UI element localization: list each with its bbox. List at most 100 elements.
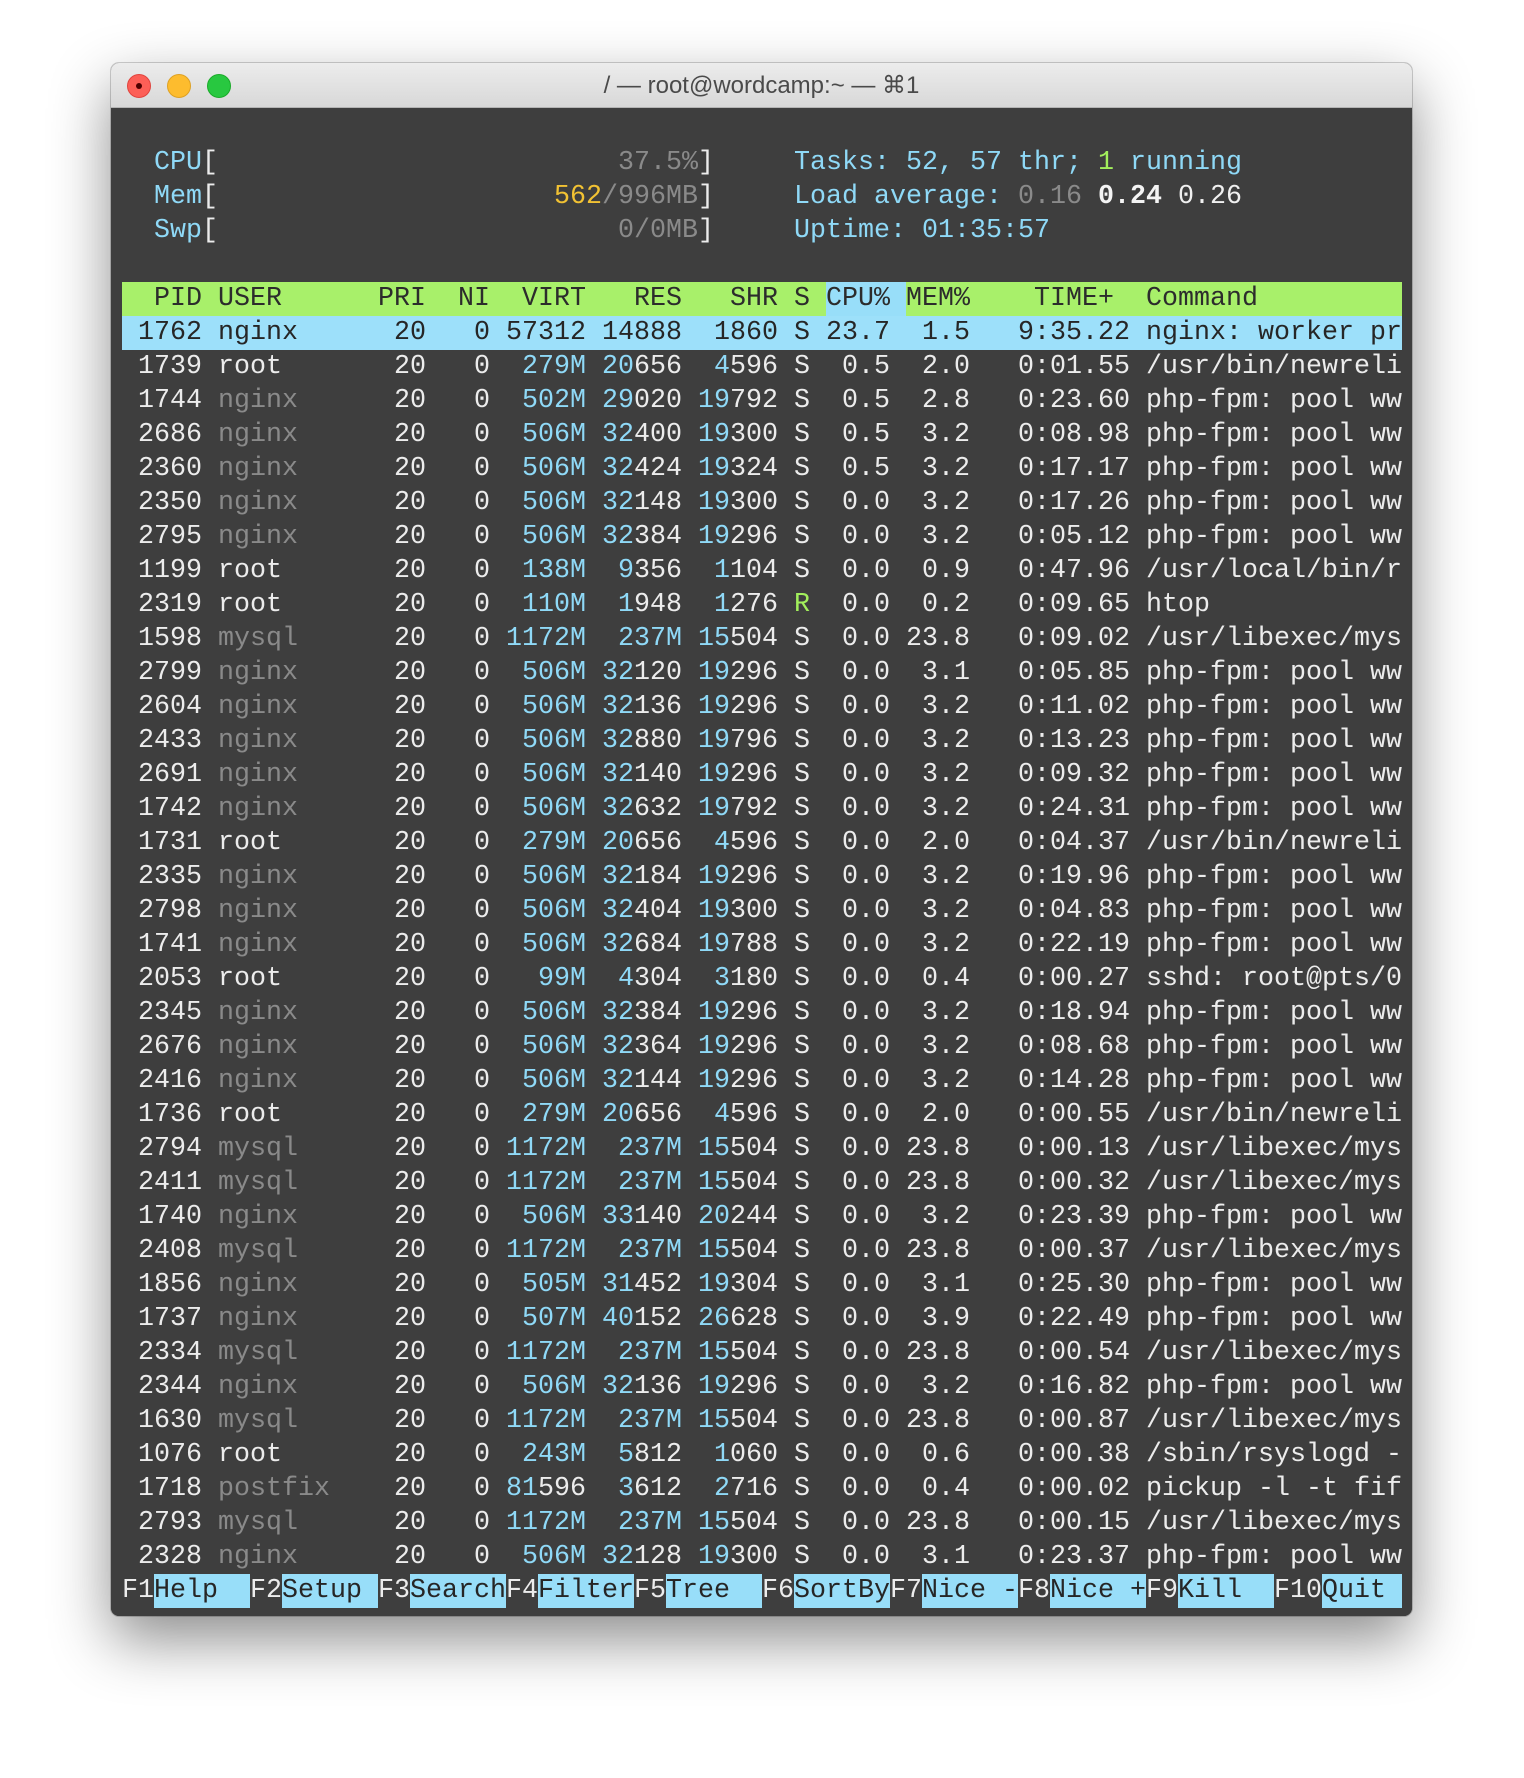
process-row[interactable]: 2798 nginx 20 0 506M 32404 19300 S 0.0 3.2 0:04.83… bbox=[122, 894, 1402, 928]
function-label-setup[interactable]: Setup bbox=[282, 1574, 378, 1608]
process-row[interactable]: 1737 nginx 20 0 507M 40152 26628 S 0.0 3.9 0:22.49… bbox=[122, 1302, 1402, 1336]
process-row[interactable]: 1742 nginx 20 0 506M 32632 19792 S 0.0 3.2 0:24.31… bbox=[122, 792, 1402, 826]
cell-res: 237M bbox=[618, 1236, 682, 1266]
cell-ni: 0 bbox=[474, 1372, 490, 1402]
process-row[interactable]: 1741 nginx 20 0 506M 32684 19788 S 0.0 3.2 0:22.19… bbox=[122, 928, 1402, 962]
cell-time: 0:16.82 bbox=[1018, 1372, 1130, 1402]
process-row[interactable]: 2360 nginx 20 0 506M 32424 19324 S 0.5 3.2 0:17.17… bbox=[122, 452, 1402, 486]
cell-mem: 3.2 bbox=[922, 794, 970, 824]
column-header-ni[interactable]: NI bbox=[442, 282, 490, 316]
load-5min: 0.24 bbox=[1097, 182, 1162, 212]
column-header-time[interactable]: TIME+ bbox=[1034, 282, 1130, 316]
cell-user: mysql bbox=[218, 1236, 298, 1266]
process-row[interactable]: 2433 nginx 20 0 506M 32880 19796 S 0.0 3.2 0:13.23… bbox=[122, 724, 1402, 758]
cell-command: php-fpm: pool www bbox=[1146, 1032, 1402, 1062]
process-row[interactable]: 2344 nginx 20 0 506M 32136 19296 S 0.0 3.2 0:16.82… bbox=[122, 1370, 1402, 1404]
process-row-selected[interactable]: 1762 nginx 20 0 57312 14888 1860 S 23.7 1.5 9:35.2… bbox=[122, 316, 1402, 350]
process-row[interactable]: 2416 nginx 20 0 506M 32144 19296 S 0.0 3.2 0:14.28… bbox=[122, 1064, 1402, 1098]
function-label-sortby[interactable]: SortBy bbox=[794, 1574, 890, 1608]
process-row[interactable]: 1076 root 20 0 243M 5812 1060 S 0.0 0.6 0:00.38/sb… bbox=[122, 1438, 1402, 1472]
cell-virt: 506M bbox=[522, 1202, 586, 1232]
function-label-nice[interactable]: Nice - bbox=[922, 1574, 1018, 1608]
function-label-help[interactable]: Help bbox=[154, 1574, 250, 1608]
process-row[interactable]: 2604 nginx 20 0 506M 32136 19296 S 0.0 3.2 0:11.02… bbox=[122, 690, 1402, 724]
process-row[interactable]: 1856 nginx 20 0 505M 31452 19304 S 0.0 3.1 0:25.30… bbox=[122, 1268, 1402, 1302]
process-row[interactable]: 2334 mysql 20 0 1172M 237M 15504 S 0.0 23.8 0:00.5… bbox=[122, 1336, 1402, 1370]
process-row[interactable]: 1199 root 20 0 138M 9356 1104 S 0.0 0.9 0:47.96/us… bbox=[122, 554, 1402, 588]
process-row[interactable]: 2794 mysql 20 0 1172M 237M 15504 S 0.0 23.8 0:00.1… bbox=[122, 1132, 1402, 1166]
function-key-f3[interactable]: F3 bbox=[378, 1574, 410, 1608]
cell-s: S bbox=[794, 964, 810, 994]
process-row[interactable]: 2319 root 20 0 110M 1948 1276 R 0.0 0.2 0:09.65 hto… bbox=[122, 588, 1402, 622]
process-row[interactable]: 1740 nginx 20 0 506M 33140 20244 S 0.0 3.2 0:23.39… bbox=[122, 1200, 1402, 1234]
cell-pri: 20 bbox=[394, 964, 426, 994]
process-row[interactable]: 2350 nginx 20 0 506M 32148 19300 S 0.0 3.2 0:17.26… bbox=[122, 486, 1402, 520]
function-key-f8[interactable]: F8 bbox=[1018, 1574, 1050, 1608]
function-label-nice[interactable]: Nice + bbox=[1050, 1574, 1146, 1608]
function-label-tree[interactable]: Tree bbox=[666, 1574, 762, 1608]
cell-shr: 1060 bbox=[714, 1440, 778, 1470]
function-key-f7[interactable]: F7 bbox=[890, 1574, 922, 1608]
cell-pri: 20 bbox=[394, 590, 426, 620]
column-header-cpu[interactable]: CPU% bbox=[826, 282, 890, 316]
column-header-command[interactable]: Command bbox=[1146, 282, 1402, 316]
htop-screen[interactable]: CPU [ ||||||||||||| 37.5% ] Tasks: 52, 5… bbox=[111, 108, 1412, 1616]
process-row[interactable]: 2053 root 20 0 99M 4304 3180 S 0.0 0.4 0:00.27 sshd… bbox=[122, 962, 1402, 996]
function-key-f1[interactable]: F1 bbox=[122, 1574, 154, 1608]
process-row[interactable]: 2691 nginx 20 0 506M 32140 19296 S 0.0 3.2 0:09.32… bbox=[122, 758, 1402, 792]
process-row[interactable]: 2686 nginx 20 0 506M 32400 19300 S 0.5 3.2 0:08.98… bbox=[122, 418, 1402, 452]
process-row[interactable]: 2799 nginx 20 0 506M 32120 19296 S 0.0 3.1 0:05.85… bbox=[122, 656, 1402, 690]
cell-pid: 2344 bbox=[138, 1372, 202, 1402]
cell-s: S bbox=[794, 930, 810, 960]
cell-cpu: 0.0 bbox=[842, 930, 890, 960]
cell-virt: 1172M bbox=[506, 1406, 586, 1436]
function-key-f6[interactable]: F6 bbox=[762, 1574, 794, 1608]
function-label-search[interactable]: Search bbox=[410, 1574, 506, 1608]
process-row[interactable]: 1736 root 20 0 279M 20656 4596 S 0.0 2.0 0:00.55/u… bbox=[122, 1098, 1402, 1132]
column-header-pri[interactable]: PRI bbox=[378, 282, 426, 316]
process-row[interactable]: 1744 nginx 20 0 502M 29020 19792 S 0.5 2.8 0:23.60… bbox=[122, 384, 1402, 418]
cell-user: nginx bbox=[218, 1270, 298, 1300]
process-row[interactable]: 2676 nginx 20 0 506M 32364 19296 S 0.0 3.2 0:08.68… bbox=[122, 1030, 1402, 1064]
function-key-f10[interactable]: F10 bbox=[1274, 1574, 1322, 1608]
column-header-res[interactable]: RES bbox=[602, 282, 682, 316]
cell-pri: 20 bbox=[394, 522, 426, 552]
cell-pri: 20 bbox=[394, 556, 426, 586]
function-label-kill[interactable]: Kill bbox=[1178, 1574, 1274, 1608]
column-header-shr[interactable]: SHR bbox=[698, 282, 778, 316]
process-row[interactable]: 1718 postfix 20 0 81596 3612 2716 S 0.0 0.4 0:00.0… bbox=[122, 1472, 1402, 1506]
uptime: Uptime: 01:35:57 bbox=[794, 214, 1050, 248]
process-row[interactable]: 1598 mysql 20 0 1172M 237M 15504 S 0.0 23.8 0:09.0… bbox=[122, 622, 1402, 656]
load-1min: 0.16 bbox=[1017, 182, 1082, 212]
process-row[interactable]: 2335 nginx 20 0 506M 32184 19296 S 0.0 3.2 0:19.96… bbox=[122, 860, 1402, 894]
process-row[interactable]: 2408 mysql 20 0 1172M 237M 15504 S 0.0 23.8 0:00.3… bbox=[122, 1234, 1402, 1268]
cell-pri: 20 bbox=[394, 1508, 426, 1538]
cell-cpu: 0.5 bbox=[842, 454, 890, 484]
process-row[interactable]: 1739 root 20 0 279M 20656 4596 S 0.5 2.0 0:01.55/u… bbox=[122, 350, 1402, 384]
function-label-filter[interactable]: Filter bbox=[538, 1574, 634, 1608]
function-key-f5[interactable]: F5 bbox=[634, 1574, 666, 1608]
column-header-user[interactable]: USER bbox=[218, 282, 362, 316]
cell-mem: 3.2 bbox=[922, 862, 970, 892]
column-header-s[interactable]: S bbox=[794, 282, 810, 316]
process-row[interactable]: 2793 mysql 20 0 1172M 237M 15504 S 0.0 23.8 0:00.1… bbox=[122, 1506, 1402, 1540]
process-row[interactable]: 1731 root 20 0 279M 20656 4596 S 0.0 2.0 0:04.37/u… bbox=[122, 826, 1402, 860]
process-row[interactable]: 1630 mysql 20 0 1172M 237M 15504 S 0.0 23.8 0:00.8… bbox=[122, 1404, 1402, 1438]
cell-ni: 0 bbox=[474, 1236, 490, 1266]
function-key-f2[interactable]: F2 bbox=[250, 1574, 282, 1608]
process-row[interactable]: 2795 nginx 20 0 506M 32384 19296 S 0.0 3.2 0:05.12… bbox=[122, 520, 1402, 554]
column-header-pid[interactable]: PID bbox=[122, 282, 202, 316]
process-row[interactable]: 2345 nginx 20 0 506M 32384 19296 S 0.0 3.2 0:18.94… bbox=[122, 996, 1402, 1030]
column-header-mem[interactable]: MEM% bbox=[906, 282, 970, 316]
cell-pri: 20 bbox=[394, 1270, 426, 1300]
process-row[interactable]: 2328 nginx 20 0 506M 32128 19300 S 0.0 3.1 0:23.37… bbox=[122, 1540, 1402, 1574]
cell-cpu: 0.0 bbox=[842, 1202, 890, 1232]
cell-pri: 20 bbox=[394, 1134, 426, 1164]
function-label-quit[interactable]: Quit bbox=[1322, 1574, 1402, 1608]
cell-ni: 0 bbox=[474, 658, 490, 688]
function-key-f9[interactable]: F9 bbox=[1146, 1574, 1178, 1608]
function-key-f4[interactable]: F4 bbox=[506, 1574, 538, 1608]
process-row[interactable]: 2411 mysql 20 0 1172M 237M 15504 S 0.0 23.8 0:00.3… bbox=[122, 1166, 1402, 1200]
column-header-virt[interactable]: VIRT bbox=[506, 282, 586, 316]
cell-res: 20656 bbox=[602, 352, 682, 382]
